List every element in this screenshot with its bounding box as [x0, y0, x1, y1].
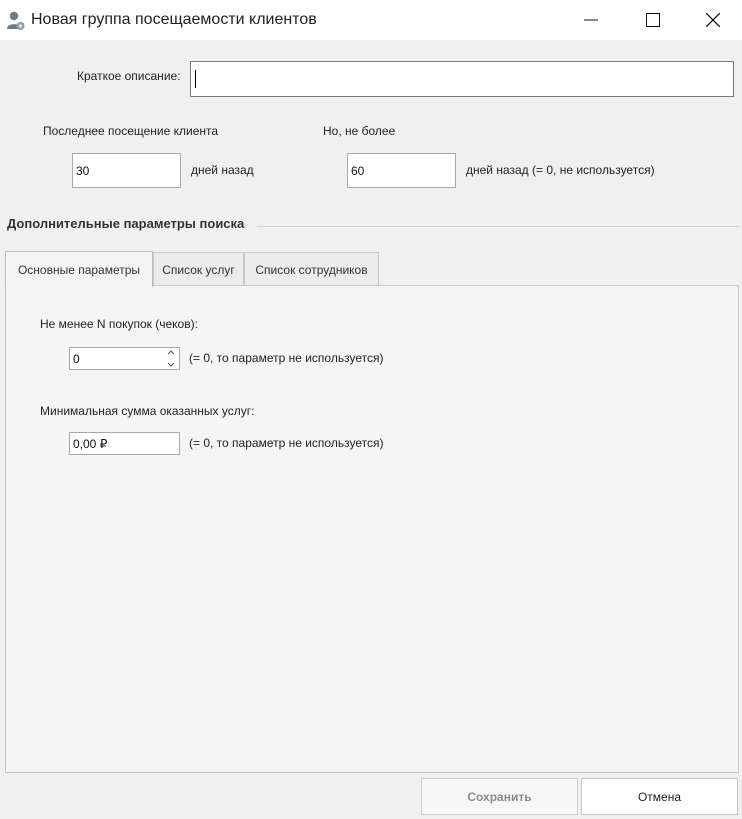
close-icon	[706, 13, 720, 27]
min-sum-input[interactable]: 0,00 ₽	[69, 432, 180, 455]
chevron-down-icon[interactable]	[167, 362, 175, 368]
cancel-button[interactable]: Отмена	[581, 778, 738, 815]
cancel-button-label: Отмена	[637, 789, 682, 804]
last-visit-label: Последнее посещение клиента	[43, 124, 219, 138]
not-more-days-value: 60	[351, 163, 365, 178]
tab-employees-list[interactable]: Список сотрудников	[244, 252, 379, 286]
last-visit-days-input[interactable]: 30	[72, 153, 181, 188]
close-button[interactable]	[684, 0, 742, 40]
minimize-icon	[584, 19, 598, 21]
spinner-arrows[interactable]	[165, 349, 177, 368]
min-purchases-value: 0	[73, 351, 80, 366]
min-purchases-hint: (= 0, то параметр не используется)	[189, 351, 384, 365]
user-group-icon	[6, 10, 26, 32]
min-purchases-spinner[interactable]: 0	[69, 347, 180, 370]
not-more-days-input[interactable]: 60	[347, 153, 456, 188]
save-button[interactable]: Сохранить	[421, 778, 578, 815]
tab-panel: Не менее N покупок (чеков): 0 (= 0, то п…	[5, 285, 739, 773]
last-visit-days-value: 30	[76, 163, 90, 178]
not-more-suffix: дней назад (= 0, не используется)	[466, 163, 655, 177]
window-title: Новая группа посещаемости клиентов	[31, 11, 317, 28]
min-sum-value: 0,00 ₽	[73, 436, 108, 451]
maximize-button[interactable]	[624, 0, 682, 40]
section-divider	[257, 226, 739, 227]
save-button-label: Сохранить	[467, 789, 532, 804]
not-more-label: Но, не более	[323, 124, 396, 138]
minimize-button[interactable]	[562, 0, 620, 40]
last-visit-suffix: дней назад	[191, 163, 254, 177]
description-input[interactable]	[190, 61, 734, 97]
maximize-icon	[646, 13, 660, 27]
text-caret	[195, 70, 196, 88]
tab-label: Список услуг	[162, 262, 235, 277]
min-sum-hint: (= 0, то параметр не используется)	[189, 436, 384, 450]
tab-services-list[interactable]: Список услуг	[153, 252, 244, 286]
description-label: Краткое описание:	[77, 69, 181, 83]
min-purchases-label: Не менее N покупок (чеков):	[40, 317, 198, 331]
title-bar: Новая группа посещаемости клиентов	[0, 0, 742, 40]
section-title: Дополнительные параметры поиска	[7, 216, 245, 231]
chevron-up-icon[interactable]	[167, 349, 175, 355]
tab-label: Список сотрудников	[255, 262, 368, 277]
min-sum-label: Минимальная сумма оказанных услуг:	[40, 404, 255, 418]
tab-main-params[interactable]: Основные параметры	[5, 251, 153, 287]
tab-label: Основные параметры	[17, 262, 141, 277]
